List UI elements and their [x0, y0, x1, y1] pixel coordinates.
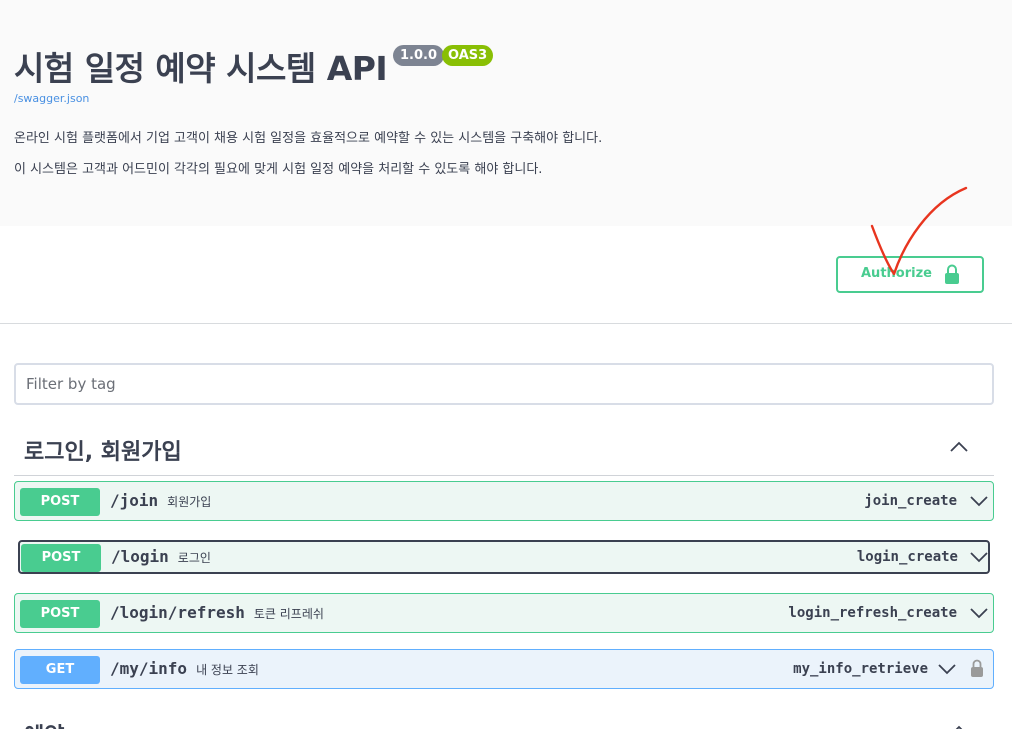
operation-id: join_create: [864, 493, 957, 509]
operation-summary: 로그인: [177, 551, 211, 565]
spec-link[interactable]: /swagger.json: [14, 92, 89, 105]
method-badge: POST: [21, 544, 101, 572]
operation-summary: 내 정보 조회: [196, 663, 259, 677]
filter-by-tag-input[interactable]: [14, 363, 994, 405]
operation-join[interactable]: POST /join 회원가입 join_create: [14, 481, 994, 521]
chevron-up-icon[interactable]: [948, 722, 970, 729]
method-badge: GET: [20, 656, 100, 684]
oas-badge: OAS3: [442, 45, 494, 66]
version-badge: 1.0.0: [393, 45, 445, 66]
tag-section-login[interactable]: 로그인, 회원가입: [14, 422, 994, 476]
operation-my-info[interactable]: GET /my/info 내 정보 조회 my_info_retrieve: [14, 649, 994, 689]
chevron-down-icon[interactable]: [969, 550, 989, 564]
chevron-down-icon[interactable]: [969, 606, 989, 620]
operation-id: login_create: [856, 549, 958, 565]
chevron-up-icon[interactable]: [948, 438, 970, 454]
info-section: [0, 0, 1012, 226]
lock-icon: [945, 264, 959, 284]
authorize-label: Authorize: [861, 266, 932, 281]
lock-icon[interactable]: [970, 658, 984, 678]
operation-login-refresh[interactable]: POST /login/refresh 토큰 리프레쉬 login_refresh…: [14, 593, 994, 633]
operation-summary: 회원가입: [167, 495, 212, 509]
operation-login[interactable]: POST /login 로그인 login_create: [18, 540, 990, 574]
tag-section-reservation[interactable]: 예약: [14, 706, 994, 729]
operation-path: /login/refresh 토큰 리프레쉬: [110, 603, 324, 622]
authorize-button[interactable]: Authorize: [836, 256, 984, 293]
operation-id: login_refresh_create: [788, 605, 957, 621]
chevron-down-icon[interactable]: [937, 662, 957, 676]
operation-id: my_info_retrieve: [793, 661, 928, 677]
chevron-down-icon[interactable]: [969, 494, 989, 508]
operation-summary: 토큰 리프레쉬: [253, 607, 324, 621]
method-badge: POST: [20, 488, 100, 516]
description-line: 온라인 시험 플랫폼에서 기업 고객이 채용 시험 일정을 효율적으로 예약할 …: [14, 131, 603, 146]
description-line: 이 시스템은 고객과 어드민이 각각의 필요에 맞게 시험 일정 예약을 처리할…: [14, 162, 543, 177]
tag-title: 로그인, 회원가입: [24, 440, 182, 465]
operation-path: /join 회원가입: [110, 491, 212, 510]
operation-path: /login 로그인: [111, 547, 211, 566]
method-badge: POST: [20, 600, 100, 628]
operation-path: /my/info 내 정보 조회: [110, 659, 259, 678]
page-title: 시험 일정 예약 시스템 API: [14, 49, 388, 88]
tag-title: 예약: [24, 718, 64, 729]
